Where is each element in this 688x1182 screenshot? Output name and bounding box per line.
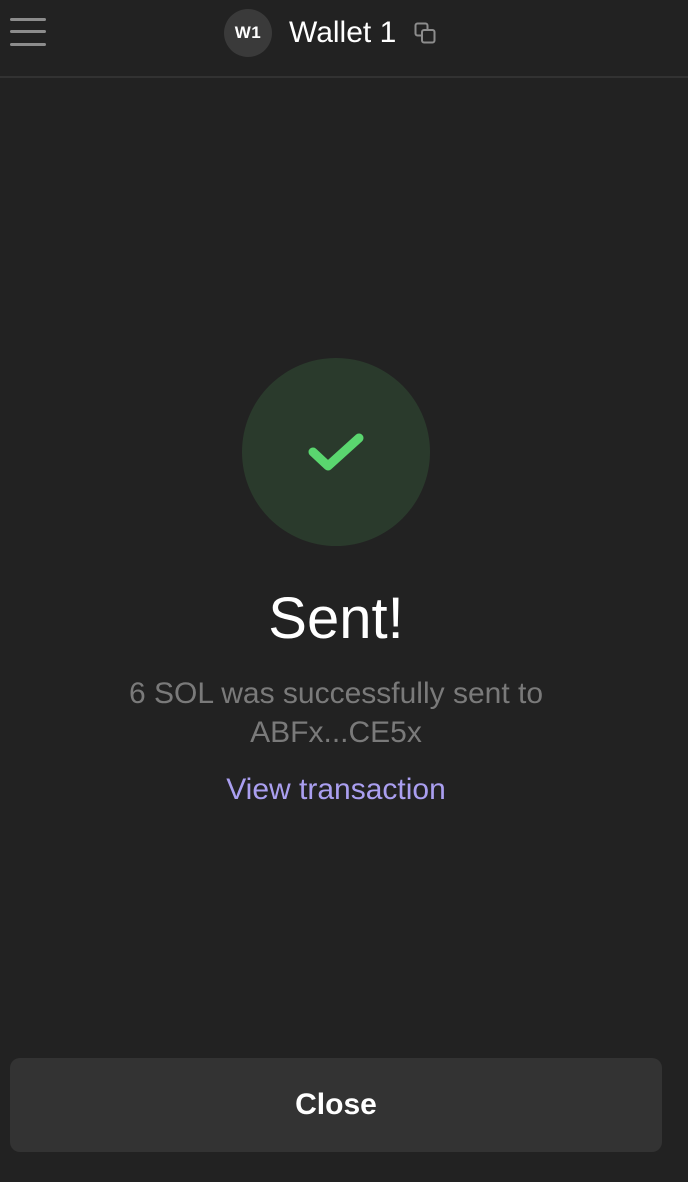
result-title: Sent! <box>268 586 404 651</box>
wallet-avatar: W1 <box>224 9 272 57</box>
success-status-circle <box>242 358 430 546</box>
checkmark-icon <box>308 433 364 471</box>
recipient-address: ABFx...CE5x <box>250 716 422 749</box>
result-message: 6 SOL was successfully sent to ABFx...CE… <box>60 674 612 752</box>
send-success-screen: W1 Wallet 1 Sent! 6 SOL was successfully… <box>0 0 688 1182</box>
close-button[interactable]: Close <box>10 1058 662 1152</box>
result-message-line1: 6 SOL was successfully sent to <box>128 677 544 710</box>
copy-icon[interactable] <box>412 20 438 46</box>
wallet-selector[interactable]: W1 Wallet 1 <box>224 9 438 57</box>
hamburger-menu-icon[interactable] <box>10 16 46 48</box>
header-bar: W1 Wallet 1 <box>0 0 688 78</box>
wallet-name: Wallet 1 <box>289 16 397 49</box>
view-transaction-link[interactable]: View transaction <box>0 770 672 810</box>
